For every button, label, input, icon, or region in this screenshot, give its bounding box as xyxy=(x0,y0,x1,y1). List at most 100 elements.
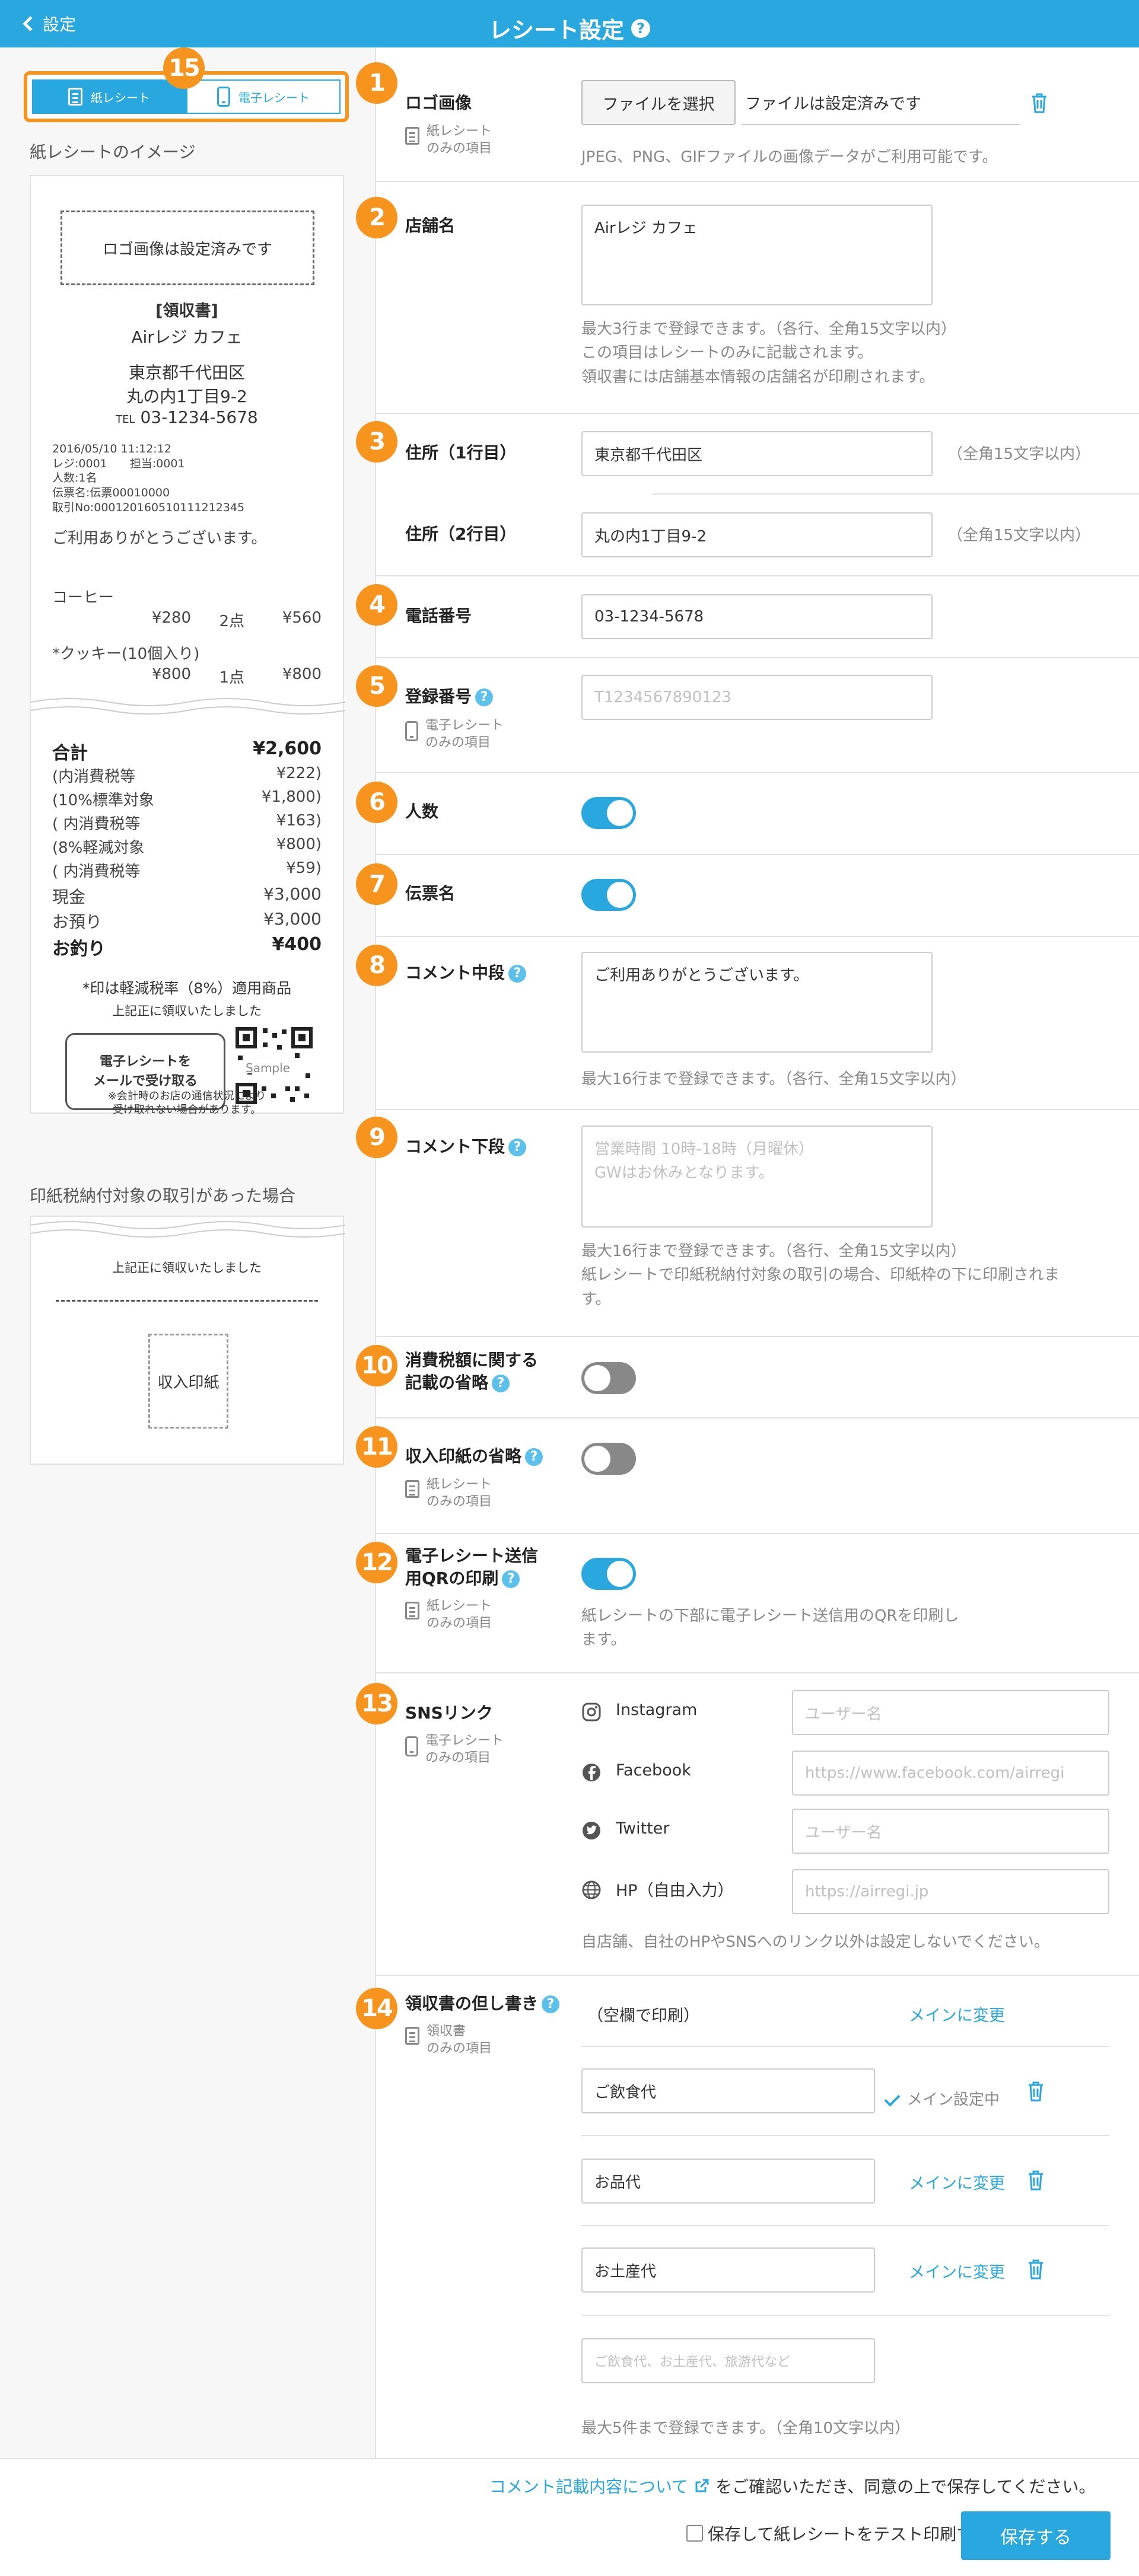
tax-omit-label-line: 記載の省略 xyxy=(405,1372,489,1392)
tax-omit-toggle[interactable] xyxy=(581,1362,636,1394)
receipt-meta: 2016/05/10 11:12:12 レジ:0001 担当:0001 人数:1… xyxy=(52,442,244,515)
comment-mid-help: 最大16行まで登録できます。（各行、全角15文字以内） xyxy=(581,1070,966,1088)
save-button[interactable]: 保存する xyxy=(961,2511,1111,2560)
receipt-icon xyxy=(405,127,419,145)
badge-9: 9 xyxy=(356,1117,397,1158)
phone-icon xyxy=(405,721,418,741)
footnote-line: ※会計時のお店の通信状況により xyxy=(107,1090,266,1102)
total-key: お預り xyxy=(52,912,103,932)
trash-icon[interactable] xyxy=(1027,2170,1044,2191)
help-icon[interactable]: ? xyxy=(508,1139,527,1156)
note-line: 紙レシート xyxy=(427,1477,492,1492)
badge-7: 7 xyxy=(356,863,397,905)
trash-icon[interactable] xyxy=(1031,93,1048,113)
make-main-link[interactable]: メインに変更 xyxy=(909,2259,1005,2282)
facebook-name: Facebook xyxy=(616,1761,691,1780)
footer-notice-text: をご確認いただき、同意の上で保存してください。 xyxy=(715,2477,1096,2497)
registration-label-text: 登録番号 xyxy=(405,687,472,706)
help-line: この項目はレシートのみに記載されます。 xyxy=(581,344,873,362)
logo-placeholder: ロゴ画像は設定済みです xyxy=(61,211,314,285)
choose-file-button[interactable]: ファイルを選択 xyxy=(581,80,736,125)
receipt-cut-wave xyxy=(31,698,345,715)
reduced-tax-note: *印は軽減税率（8%）適用商品 xyxy=(82,980,292,997)
registration-input[interactable]: T1234567890123 xyxy=(581,675,933,720)
note-line: 電子レシート xyxy=(425,718,504,733)
row-divider xyxy=(581,2315,1109,2316)
footer-bar: コメント記載内容について をご確認いただき、同意の上で保存してください。 保存し… xyxy=(0,2458,1139,2576)
proviso-input[interactable]: お土産代 xyxy=(581,2247,875,2293)
check-icon xyxy=(884,2090,901,2106)
stamp-received-note: 上記正に領収いたしました xyxy=(112,1261,262,1275)
help-line: 紙レシートで印紙税納付対象の取引の場合、印紙枠の下に印刷されま xyxy=(581,1266,1060,1284)
file-name-display: ファイルは設定済みです xyxy=(742,80,1020,125)
total-key: 合計 xyxy=(52,743,88,764)
comment-mid-textarea[interactable]: ご利用ありがとうございます。 xyxy=(581,952,933,1053)
receipt-tel: TEL 03-1234-5678 xyxy=(31,407,343,427)
total-row: ( 内消費税等 ¥163) xyxy=(52,812,322,834)
trash-icon[interactable] xyxy=(1027,2259,1044,2279)
stamp-preview: 上記正に領収いたしました 収入印紙 xyxy=(30,1216,345,1465)
comment-low-textarea[interactable]: 営業時間 10時-18時（月曜休） GWはお休みとなります。 xyxy=(581,1126,933,1228)
badge-6: 6 xyxy=(356,782,397,823)
make-main-link[interactable]: メインに変更 xyxy=(909,2170,1005,2194)
row-divider xyxy=(581,2135,1109,2136)
twitter-name: Twitter xyxy=(616,1819,670,1838)
section-divider xyxy=(653,493,1139,495)
stamp-omit-label-text: 収入印紙の省略 xyxy=(405,1446,522,1466)
footnote-line: 受け取れない場合があります。 xyxy=(112,1104,262,1117)
tab-paper-receipt[interactable]: 紙レシート xyxy=(32,79,186,114)
item-sum: ¥560 xyxy=(282,609,322,627)
trash-icon[interactable] xyxy=(1027,2081,1044,2102)
item-qty: 1点 xyxy=(219,669,244,687)
badge-3: 3 xyxy=(356,421,397,463)
stamp-divider xyxy=(56,1300,318,1302)
test-print-option[interactable]: 保存して紙レシートをテスト印刷する xyxy=(686,2521,990,2545)
help-icon[interactable]: ? xyxy=(525,1448,543,1466)
total-row: (内消費税等 ¥222) xyxy=(52,764,322,786)
help-line: 領収書には店舗基本情報の店舗名が印刷されます。 xyxy=(581,368,935,386)
hp-input[interactable]: https://airregi.jp xyxy=(792,1869,1109,1914)
make-main-link[interactable]: メインに変更 xyxy=(909,2003,1005,2026)
facebook-input[interactable]: https://www.facebook.com/airregi xyxy=(792,1751,1109,1796)
instagram-input[interactable]: ユーザー名 xyxy=(792,1690,1109,1735)
twitter-input[interactable]: ユーザー名 xyxy=(792,1809,1109,1854)
logo-help: JPEG、PNG、GIFファイルの画像データがご利用可能です。 xyxy=(581,148,998,166)
comment-low-label-text: コメント下段 xyxy=(405,1137,505,1156)
phone-icon xyxy=(217,87,230,107)
phone-input[interactable]: 03-1234-5678 xyxy=(581,594,933,639)
comment-guidelines-link[interactable]: コメント記載内容について xyxy=(489,2474,688,2498)
tax-omit-label-line: 消費税額に関する xyxy=(405,1350,539,1370)
external-link-icon xyxy=(695,2479,709,2492)
help-icon[interactable]: ? xyxy=(502,1570,520,1588)
address2-input[interactable]: 丸の内1丁目9-2 xyxy=(581,512,933,557)
people-toggle[interactable] xyxy=(581,797,636,829)
page-title: レシート設定 ? xyxy=(0,12,1139,44)
help-icon[interactable]: ? xyxy=(508,965,527,983)
proviso-new-input[interactable]: ご飲食代、お土産代、旅游代など xyxy=(581,2338,875,2383)
help-icon[interactable]: ? xyxy=(542,1995,560,2013)
stamp-omit-toggle[interactable] xyxy=(581,1443,636,1475)
slip-label: 伝票名 xyxy=(405,884,456,903)
badge-10: 10 xyxy=(356,1345,397,1386)
page-title-text: レシート設定 xyxy=(488,17,624,43)
tab-digital-receipt[interactable]: 電子レシート xyxy=(186,79,341,114)
total-key: (内消費税等 xyxy=(52,768,136,786)
store-name-textarea[interactable]: Airレジ カフェ xyxy=(581,205,933,305)
address1-label: 住所（1行目） xyxy=(405,443,517,463)
proviso-input[interactable]: ご飲食代 xyxy=(581,2068,875,2113)
sns-help: 自店舗、自社のHPやSNSへのリンク以外は設定しないでください。 xyxy=(581,1933,1049,1951)
proviso-input[interactable]: お品代 xyxy=(581,2159,875,2204)
total-key: お釣り xyxy=(52,939,106,959)
hp-name: HP（自由入力） xyxy=(616,1882,734,1900)
meta-line: 伝票名:伝票00010000 xyxy=(52,486,170,500)
help-icon[interactable]: ? xyxy=(475,688,494,706)
receipt-icon xyxy=(405,1480,419,1498)
qr-print-toggle[interactable] xyxy=(581,1558,636,1590)
received-note: 上記正に領収いたしました xyxy=(112,1004,262,1018)
instagram-name: Instagram xyxy=(616,1701,698,1719)
slip-toggle[interactable] xyxy=(581,879,636,911)
help-icon[interactable]: ? xyxy=(492,1374,510,1392)
test-print-checkbox[interactable] xyxy=(686,2525,703,2542)
address1-input[interactable]: 東京都千代田区 xyxy=(581,431,933,476)
help-icon[interactable]: ? xyxy=(631,18,650,38)
